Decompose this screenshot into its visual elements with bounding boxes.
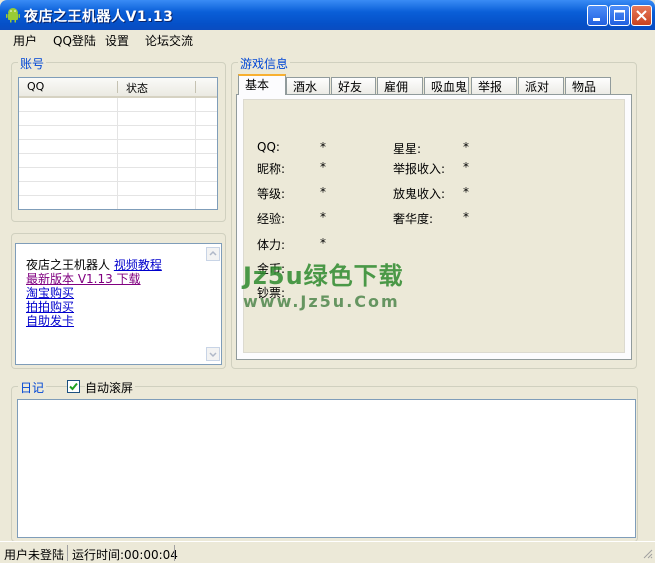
column-divider[interactable] bbox=[195, 81, 196, 93]
game-info-title: 游戏信息 bbox=[238, 55, 291, 72]
tab-vampire[interactable]: 吸血鬼 bbox=[424, 77, 469, 94]
account-table[interactable]: QQ 状态 bbox=[18, 77, 218, 210]
grid-line bbox=[19, 111, 217, 112]
status-divider bbox=[67, 545, 68, 561]
status-bar: 用户未登陆 运行时间:00:00:04 bbox=[0, 541, 655, 563]
main-window: 夜店之王机器人V1.13 用户 QQ登陆 设置 论坛交流 账号 QQ 状态 夜店… bbox=[0, 0, 655, 563]
menu-bar: 用户 QQ登陆 设置 论坛交流 bbox=[0, 30, 655, 50]
close-button[interactable] bbox=[631, 5, 652, 26]
maximize-icon bbox=[614, 10, 625, 21]
window-title: 夜店之王机器人V1.13 bbox=[24, 9, 174, 25]
tab-panel-basic bbox=[236, 94, 632, 360]
app-name-text: 夜店之王机器人 bbox=[26, 258, 111, 272]
grid-line bbox=[195, 98, 196, 209]
tab-basic[interactable]: 基本 bbox=[238, 74, 286, 95]
title-bar[interactable]: 夜店之王机器人V1.13 bbox=[0, 0, 655, 30]
chevron-down-icon bbox=[209, 352, 217, 358]
menu-user[interactable]: 用户 bbox=[13, 32, 37, 49]
auto-scroll-checkbox[interactable] bbox=[67, 380, 80, 393]
column-divider[interactable] bbox=[117, 81, 118, 93]
tab-party[interactable]: 派对 bbox=[518, 77, 564, 94]
minimize-button[interactable] bbox=[587, 5, 608, 26]
scroll-down-button[interactable] bbox=[206, 347, 220, 361]
grid-line bbox=[19, 195, 217, 196]
runtime-status: 运行时间:00:00:04 bbox=[72, 548, 178, 562]
watermark-logo: Jz5u绿色下载 bbox=[243, 262, 404, 290]
stamina-label: 体力: bbox=[257, 238, 286, 252]
tab-drinks[interactable]: 酒水 bbox=[286, 77, 330, 94]
basic-info-area bbox=[243, 99, 625, 353]
grid-line bbox=[19, 153, 217, 154]
grid-line bbox=[19, 181, 217, 182]
grid-line bbox=[19, 139, 217, 140]
level-label: 等级: bbox=[257, 187, 286, 201]
watermark-url: www.Jz5u.Com bbox=[243, 292, 400, 311]
tab-hire[interactable]: 雇佣 bbox=[377, 77, 423, 94]
latest-version-link[interactable]: 最新版本 V1.13 下载 bbox=[26, 272, 141, 286]
luxury-value: * bbox=[463, 210, 469, 224]
menu-forum[interactable]: 论坛交流 bbox=[145, 32, 193, 49]
taobao-link[interactable]: 淘宝购买 bbox=[26, 286, 74, 300]
close-icon bbox=[636, 10, 647, 21]
report-income-label: 举报收入: bbox=[393, 162, 446, 176]
luxury-label: 奢华度: bbox=[393, 212, 434, 226]
scroll-up-button[interactable] bbox=[206, 247, 220, 261]
nickname-value: * bbox=[320, 160, 326, 174]
stars-value: * bbox=[463, 140, 469, 154]
minimize-icon bbox=[593, 18, 600, 21]
tab-report[interactable]: 举报 bbox=[471, 77, 517, 94]
qq-label: QQ: bbox=[257, 140, 280, 154]
account-group-title: 账号 bbox=[18, 55, 47, 72]
paipai-link[interactable]: 拍拍购买 bbox=[26, 300, 74, 314]
android-icon bbox=[5, 7, 21, 23]
grid-line bbox=[19, 125, 217, 126]
menu-qq-login[interactable]: QQ登陆 bbox=[53, 32, 96, 49]
log-title: 日记 bbox=[18, 379, 47, 396]
checkmark-icon bbox=[69, 382, 78, 391]
experience-label: 经验: bbox=[257, 212, 286, 226]
tab-items[interactable]: 物品 bbox=[565, 77, 611, 94]
status-divider bbox=[174, 545, 175, 561]
report-income-value: * bbox=[463, 160, 469, 174]
auto-card-link[interactable]: 自助发卡 bbox=[26, 314, 74, 328]
chevron-up-icon bbox=[209, 250, 217, 256]
resize-grip-icon[interactable] bbox=[641, 547, 653, 562]
ghost-income-value: * bbox=[463, 185, 469, 199]
qq-value: * bbox=[320, 140, 326, 154]
links-box: 夜店之王机器人 视频教程 最新版本 V1.13 下载 淘宝购买 拍拍购买 自助发… bbox=[15, 243, 222, 365]
stars-label: 星星: bbox=[393, 142, 422, 156]
menu-settings[interactable]: 设置 bbox=[105, 32, 129, 49]
nickname-label: 昵称: bbox=[257, 162, 286, 176]
column-status[interactable]: 状态 bbox=[126, 80, 148, 96]
level-value: * bbox=[320, 185, 326, 199]
video-tutorial-link[interactable]: 视频教程 bbox=[114, 258, 162, 272]
stamina-value: * bbox=[320, 236, 326, 250]
tab-friends[interactable]: 好友 bbox=[331, 77, 376, 94]
log-textarea[interactable] bbox=[17, 399, 636, 538]
maximize-button[interactable] bbox=[609, 5, 630, 26]
column-qq[interactable]: QQ bbox=[27, 80, 44, 93]
links-line-1: 夜店之王机器人 视频教程 bbox=[26, 258, 162, 272]
experience-value: * bbox=[320, 210, 326, 224]
ghost-income-label: 放鬼收入: bbox=[393, 187, 446, 201]
account-table-header: QQ 状态 bbox=[19, 78, 217, 98]
auto-scroll-label[interactable]: 自动滚屏 bbox=[85, 379, 136, 396]
login-status: 用户未登陆 bbox=[4, 548, 65, 562]
grid-line bbox=[117, 98, 118, 209]
grid-line bbox=[19, 167, 217, 168]
